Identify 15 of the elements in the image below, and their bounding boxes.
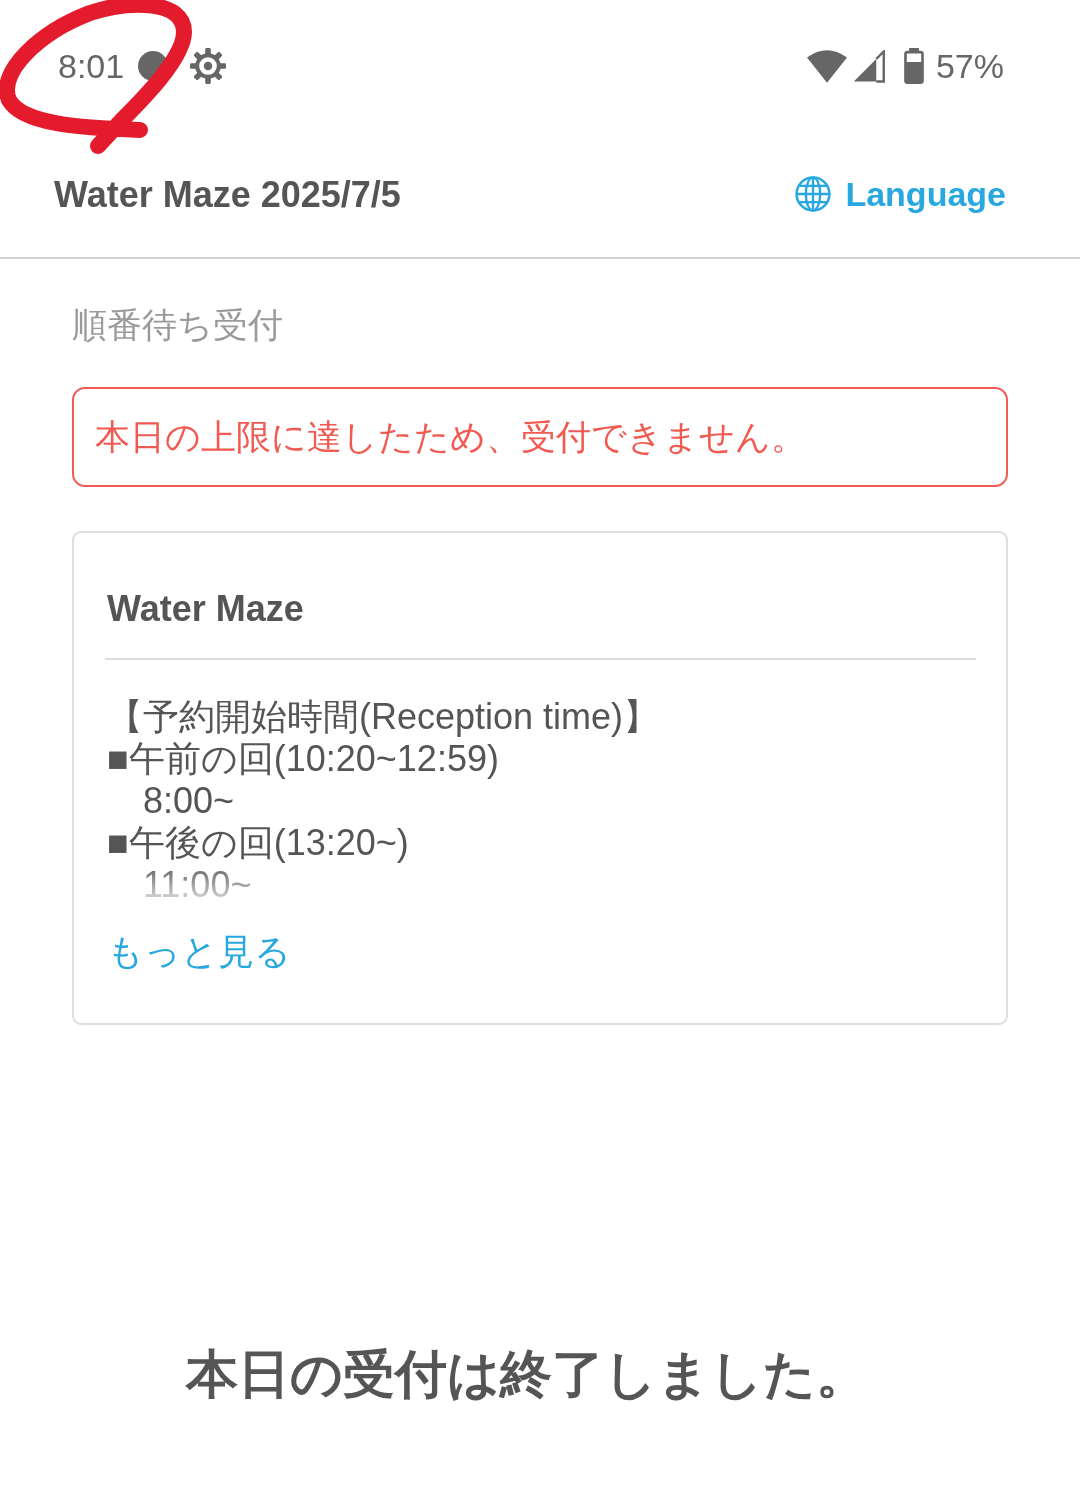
globe-icon bbox=[795, 176, 832, 213]
page-title: Water Maze 2025/7/5 bbox=[54, 172, 401, 217]
wifi-icon bbox=[806, 49, 847, 83]
closed-message: 本日の受付は終了しました。 bbox=[186, 1345, 868, 1403]
battery-icon bbox=[903, 48, 924, 84]
see-more-link[interactable]: もっと見る bbox=[105, 927, 291, 977]
section-label: 順番待ち受付 bbox=[72, 307, 284, 343]
signal-icon bbox=[852, 49, 886, 83]
language-link[interactable]: Language bbox=[795, 174, 1006, 215]
status-time: 8:01 bbox=[58, 49, 125, 83]
card-title: Water Maze bbox=[106, 587, 305, 631]
settings-icon bbox=[190, 48, 227, 84]
error-alert: 本日の上限に達したため、受付できません。 bbox=[72, 387, 1008, 487]
battery-percentage: 57% bbox=[935, 49, 1004, 83]
reception-time-text: 【予約開始時間(Reception time)】 ■午前の回(10:20~12:59) 8:00~ ■午後の回(13:20~) 11:00~ bbox=[106, 696, 661, 906]
